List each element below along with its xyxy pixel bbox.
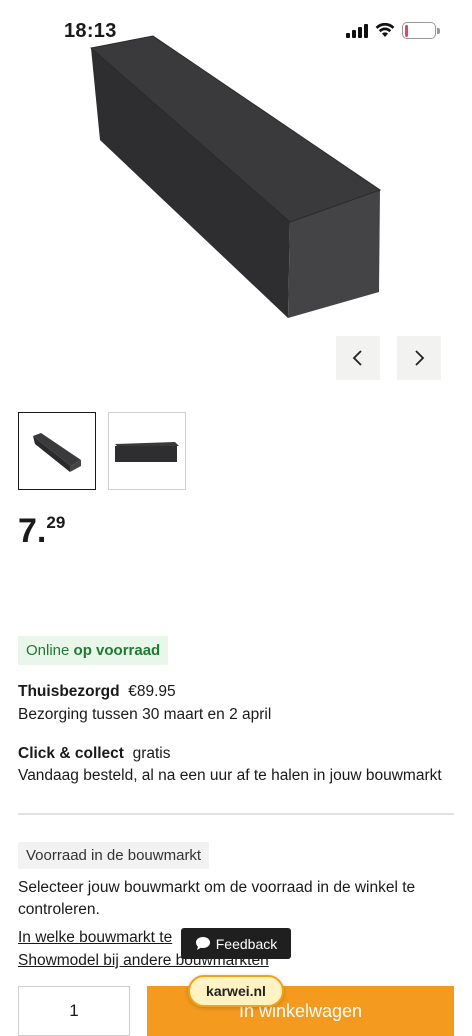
- stock-prefix: Online: [26, 642, 70, 659]
- price-cents: 29: [46, 513, 66, 532]
- chevron-left-icon: [352, 350, 362, 366]
- chat-bubble-icon: [195, 937, 210, 950]
- home-delivery-label: Thuisbezorgd: [18, 683, 120, 700]
- thumbnail-1[interactable]: [18, 412, 96, 490]
- feedback-button[interactable]: Feedback: [181, 928, 291, 959]
- product-price: 7.29: [18, 512, 65, 551]
- online-stock-badge: Online op voorraad: [18, 636, 169, 665]
- thumbnail-image: [33, 433, 81, 472]
- thumbnail-image: [115, 442, 179, 462]
- product-photo: [89, 35, 382, 318]
- browser-address-pill[interactable]: karwei.nl: [188, 975, 284, 1007]
- click-collect-note: Vandaag besteld, al na een uur af te hal…: [18, 767, 442, 784]
- thumbnail-2[interactable]: [108, 412, 186, 490]
- home-delivery-window: Bezorging tussen 30 maart en 2 april: [18, 706, 272, 723]
- store-stock-badge: Voorraad in de bouwmarkt: [18, 842, 210, 869]
- click-collect-price: gratis: [132, 745, 171, 762]
- product-image: [0, 0, 472, 400]
- next-image-button[interactable]: [397, 336, 441, 380]
- price-whole: 7.: [18, 512, 47, 550]
- chevron-right-icon: [415, 350, 425, 366]
- which-store-link[interactable]: In welke bouwmarkt te: [18, 929, 172, 947]
- click-collect-label: Click & collect: [18, 745, 124, 762]
- prev-image-button[interactable]: [336, 336, 380, 380]
- stock-status: op voorraad: [73, 642, 161, 659]
- feedback-label: Feedback: [215, 935, 278, 952]
- store-stock-text-2: controleren.: [18, 901, 100, 918]
- home-delivery-price: €89.95: [128, 683, 176, 700]
- click-collect-row: Click & collect gratis: [18, 745, 171, 763]
- home-delivery-row: Thuisbezorgd €89.95: [18, 683, 176, 701]
- quantity-input[interactable]: 1: [18, 986, 130, 1036]
- store-stock-text-1: Selecteer jouw bouwmarkt om de voorraad …: [18, 879, 416, 896]
- divider: [18, 813, 454, 815]
